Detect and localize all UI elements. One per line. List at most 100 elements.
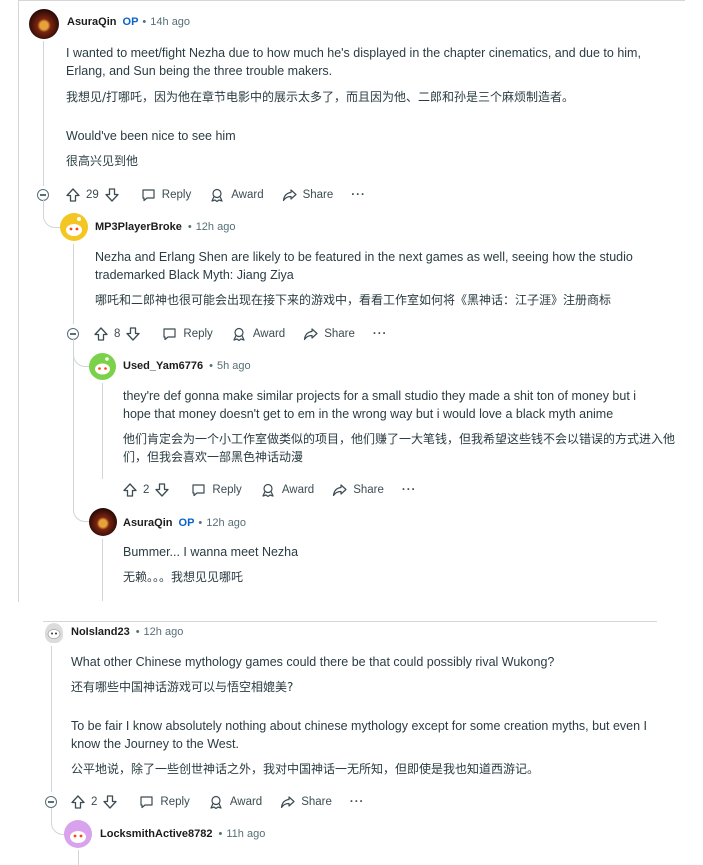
collapse-icon[interactable] xyxy=(45,796,57,808)
thread-line[interactable] xyxy=(73,244,74,324)
award-button[interactable]: Award xyxy=(231,327,285,341)
vote-group: 29 xyxy=(66,188,119,202)
reply-button[interactable]: Reply xyxy=(141,188,191,202)
comment-text: Would've been nice to see him xyxy=(66,129,236,143)
snoo-avatar-icon xyxy=(66,217,82,236)
award-button[interactable]: Award xyxy=(209,188,264,202)
vote-count: 8 xyxy=(114,328,121,340)
username[interactable]: AsuraQin xyxy=(123,517,173,529)
username[interactable]: Used_Yam6776 xyxy=(123,360,203,372)
thread-line[interactable] xyxy=(78,850,79,865)
more-options-button[interactable]: ··· xyxy=(350,796,365,808)
snoo-avatar-icon xyxy=(95,357,110,375)
upvote-icon[interactable] xyxy=(123,483,137,497)
downvote-icon[interactable] xyxy=(105,188,119,202)
thread-line[interactable] xyxy=(51,646,52,792)
upvote-icon[interactable] xyxy=(66,188,80,202)
vote-count: 2 xyxy=(143,484,150,496)
award-icon xyxy=(211,188,223,202)
comment-actions: 2 Reply Award Share ··· xyxy=(123,480,434,500)
comment-actions: 2 Reply Award Share ··· xyxy=(71,792,382,812)
comment-text-translation: 很高兴见到他 xyxy=(66,154,139,168)
thread-connector xyxy=(43,199,60,228)
timestamp[interactable]: 12h ago xyxy=(206,517,246,529)
comment-meta: LocksmithActive8782 • 11h ago xyxy=(100,828,266,840)
reply-label: Reply xyxy=(161,189,192,201)
award-label: Award xyxy=(231,189,264,201)
share-button[interactable]: Share xyxy=(303,327,355,341)
share-icon xyxy=(333,484,347,497)
thread-line[interactable] xyxy=(43,41,44,186)
share-button[interactable]: Share xyxy=(332,483,384,497)
more-options-button[interactable]: ··· xyxy=(373,328,388,340)
more-options-button[interactable]: ··· xyxy=(402,484,417,496)
snoo-avatar-icon xyxy=(70,831,86,843)
award-icon xyxy=(262,483,274,497)
share-button[interactable]: Share xyxy=(280,795,332,809)
comment-thread-panel: NoIsland23 • 12h ago What other Chinese … xyxy=(43,621,657,865)
comment-text: To be fair I know absolutely nothing abo… xyxy=(71,719,648,751)
award-button[interactable]: Award xyxy=(260,483,314,497)
share-button[interactable]: Share xyxy=(282,188,334,202)
avatar[interactable] xyxy=(60,213,88,241)
award-icon xyxy=(233,327,245,341)
timestamp[interactable]: 5h ago xyxy=(217,360,251,372)
comment-text: Bummer... I wanna meet Nezha xyxy=(123,545,299,559)
comment-meta: NoIsland23 • 12h ago xyxy=(71,626,184,638)
reply-button[interactable]: Reply xyxy=(139,795,190,809)
timestamp[interactable]: 11h ago xyxy=(226,828,265,840)
comment-text-translation: 哪吒和二郎神也很可能会出现在接下来的游戏中，看看工作室如何将《黑神话：江子涯》注… xyxy=(95,293,612,307)
share-label: Share xyxy=(302,189,334,201)
upvote-icon[interactable] xyxy=(71,795,85,809)
comment-text: What other Chinese mythology games could… xyxy=(71,655,555,669)
avatar[interactable] xyxy=(89,353,116,380)
vote-count: 29 xyxy=(86,189,99,201)
timestamp[interactable]: 12h ago xyxy=(144,626,184,638)
award-label: Award xyxy=(281,484,315,496)
username[interactable]: AsuraQin xyxy=(67,16,117,28)
award-label: Award xyxy=(252,328,286,340)
comment-text-translation: 我想见/打哪吒，因为他在章节电影中的展示太多了，而且因为他、二郎和孙是三个麻烦制… xyxy=(66,90,575,104)
thread-line[interactable] xyxy=(102,383,103,479)
comment-text: they're def gonna make similar projects … xyxy=(123,389,637,421)
reply-button[interactable]: Reply xyxy=(162,327,213,341)
downvote-icon[interactable] xyxy=(103,795,118,809)
username[interactable]: LocksmithActive8782 xyxy=(100,828,213,840)
downvote-icon[interactable] xyxy=(126,327,141,341)
avatar[interactable] xyxy=(89,508,117,536)
avatar[interactable] xyxy=(29,9,59,39)
share-label: Share xyxy=(353,484,384,496)
downvote-icon[interactable] xyxy=(155,483,170,497)
award-button[interactable]: Award xyxy=(208,795,262,809)
share-icon xyxy=(281,796,295,809)
comment-meta: MP3PlayerBroke • 12h ago xyxy=(95,221,236,233)
thread-connector xyxy=(73,338,89,522)
comment-text-translation: 无赖。。。我想见见哪吒 xyxy=(123,570,244,584)
award-icon xyxy=(210,795,222,809)
reply-label: Reply xyxy=(183,328,213,340)
reply-icon xyxy=(163,328,177,341)
more-options-button[interactable]: ··· xyxy=(351,189,366,201)
username[interactable]: MP3PlayerBroke xyxy=(95,221,182,233)
comment-text-translation: 他们肯定会为一个小工作室做类似的项目，他们赚了一大笔钱，但我希望这些钱不会以错误… xyxy=(123,432,676,464)
comment-actions: 29 Reply Award Share ··· xyxy=(66,185,384,205)
comment-text-translation: 公平地说，除了一些创世神话之外，我对中国神话一无所知，但即使是我也知道西游记。 xyxy=(71,762,540,776)
op-badge: OP xyxy=(178,517,195,529)
reply-label: Reply xyxy=(212,484,242,496)
vote-count: 2 xyxy=(91,796,98,808)
timestamp[interactable]: 12h ago xyxy=(196,221,236,233)
avatar[interactable] xyxy=(45,623,63,643)
comment-text: Nezha and Erlang Shen are likely to be f… xyxy=(95,250,633,282)
avatar[interactable] xyxy=(64,820,92,848)
upvote-icon[interactable] xyxy=(94,327,108,341)
share-label: Share xyxy=(301,796,332,808)
share-icon xyxy=(304,328,318,341)
comment-text-translation: 还有哪些中国神话游戏可以与悟空相媲美? xyxy=(71,680,294,694)
timestamp[interactable]: 14h ago xyxy=(150,16,190,28)
username[interactable]: NoIsland23 xyxy=(71,626,130,638)
reply-icon xyxy=(142,189,155,202)
comment-actions: 8 Reply Award Share ··· xyxy=(94,324,405,344)
thread-line[interactable] xyxy=(102,539,103,601)
reply-icon xyxy=(192,484,206,497)
reply-button[interactable]: Reply xyxy=(191,483,242,497)
